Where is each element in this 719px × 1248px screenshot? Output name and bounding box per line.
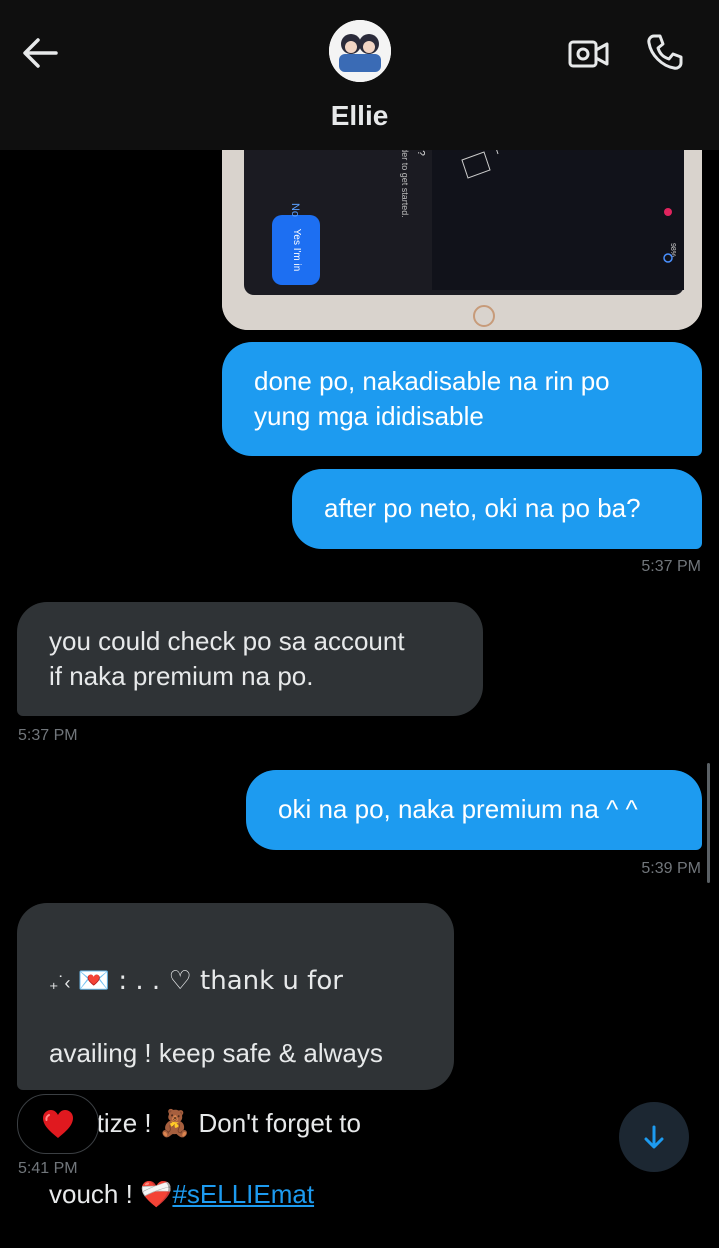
conversation-header: Ellie bbox=[0, 0, 719, 150]
message-bubble-outgoing[interactable]: after po neto, oki na po ba? bbox=[292, 469, 702, 549]
message-line: availing ! keep safe & always bbox=[49, 1038, 383, 1068]
message-bubble-incoming[interactable]: ₊˙‹ 💌 : . . ♡ thank u for availing ! kee… bbox=[17, 903, 454, 1210]
arrow-down-icon bbox=[644, 1125, 664, 1149]
video-call-button[interactable] bbox=[567, 36, 611, 72]
scroll-to-bottom-button[interactable] bbox=[619, 1102, 689, 1172]
message-bubble-incoming[interactable]: you could check po sa account if naka pr… bbox=[17, 602, 483, 716]
message-line: sanitize ! 🧸 Don't forget to bbox=[49, 1106, 422, 1142]
message-timestamp: 5:37 PM bbox=[18, 727, 78, 744]
video-camera-icon bbox=[568, 40, 609, 68]
sparkle-text: ₊˙‹ bbox=[49, 973, 71, 993]
contact-name[interactable]: Ellie bbox=[0, 100, 719, 132]
message-line: ₊˙‹ 💌 : . . ♡ thank u for bbox=[49, 963, 422, 1001]
image-attachment[interactable]: Yes I'm in No nder to get started. ile? … bbox=[222, 140, 702, 330]
mending-heart-emoji: ❤️‍🩹 bbox=[140, 1180, 173, 1210]
message-line-text: vouch ! bbox=[49, 1179, 133, 1209]
message-line: vouch ! ❤️‍🩹#sELLIEmat bbox=[49, 1177, 422, 1213]
heart-icon bbox=[43, 1110, 73, 1138]
heart-reaction[interactable] bbox=[17, 1094, 99, 1154]
back-button[interactable] bbox=[18, 35, 62, 71]
message-bubble-outgoing[interactable]: oki na po, naka premium na ^ ^ bbox=[246, 770, 702, 850]
scrollbar[interactable] bbox=[707, 763, 710, 883]
back-arrow-icon bbox=[23, 38, 58, 68]
teddy-bear-emoji: 🧸 bbox=[158, 1109, 192, 1139]
hashtag-link[interactable]: #sELLIEmat bbox=[172, 1179, 314, 1209]
message-bubble-outgoing[interactable]: done po, nakadisable na rin po yung mga … bbox=[222, 342, 702, 456]
avatar[interactable] bbox=[329, 20, 391, 82]
phone-icon bbox=[647, 34, 683, 70]
attachment-yes-label: Yes I'm in bbox=[291, 229, 302, 272]
message-timestamp: 5:37 PM bbox=[641, 558, 701, 575]
message-timestamp: 5:41 PM bbox=[18, 1160, 78, 1177]
attachment-no-label: No bbox=[289, 203, 301, 217]
message-line-text: 💌 : . . ♡ thank u for bbox=[77, 966, 343, 996]
voice-call-button[interactable] bbox=[645, 32, 685, 72]
message-line-text: Don't forget to bbox=[198, 1108, 361, 1138]
message-timestamp: 5:39 PM bbox=[641, 860, 701, 877]
attachment-caption: nder to get started. bbox=[400, 142, 410, 218]
